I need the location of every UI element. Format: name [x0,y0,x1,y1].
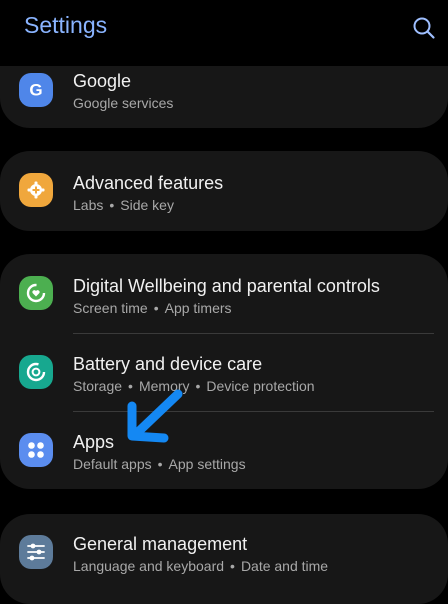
settings-item-google[interactable]: G Google Google services [0,52,448,130]
gear-plus-icon [19,173,53,207]
search-icon [413,17,435,39]
settings-item-subtitle: Labs • Side key [73,197,174,213]
settings-item-title: Battery and device care [73,354,263,374]
settings-item-subtitle: Language and keyboard • Date and time [73,558,329,574]
settings-item-battery[interactable]: Battery and device care Storage • Memory • D… [0,334,448,412]
settings-item-title: Apps [73,432,115,452]
pointer-arrow-icon [127,389,183,443]
google-icon: G [19,73,53,107]
header: Settings [0,0,448,58]
settings-item-advanced-features[interactable]: Advanced features Labs • Side key [0,152,448,230]
settings-item-subtitle: Storage • Memory • Device protection [73,378,315,394]
device-care-icon [19,355,53,389]
heart-ring-icon [19,276,53,310]
settings-item-apps[interactable]: Apps Default apps • App settings [0,412,448,490]
settings-item-digital-wellbeing[interactable]: Digital Wellbeing and parental controls … [0,255,448,333]
settings-item-subtitle: Google services [73,95,174,111]
apps-grid-icon [19,433,53,467]
settings-item-general-management[interactable]: General management Language and keyboard… [0,514,448,592]
sliders-icon [19,535,53,569]
settings-item-title: Google [73,71,132,91]
settings-item-subtitle: Default apps • App settings [73,456,246,472]
svg-text:G: G [29,81,42,100]
settings-item-title: Advanced features [73,173,224,193]
settings-item-title: Digital Wellbeing and parental controls [73,276,380,296]
settings-item-subtitle: Screen time • App timers [73,300,232,316]
settings-item-title: General management [73,534,248,554]
search-button[interactable] [408,12,440,44]
page-title: Settings [24,12,108,38]
